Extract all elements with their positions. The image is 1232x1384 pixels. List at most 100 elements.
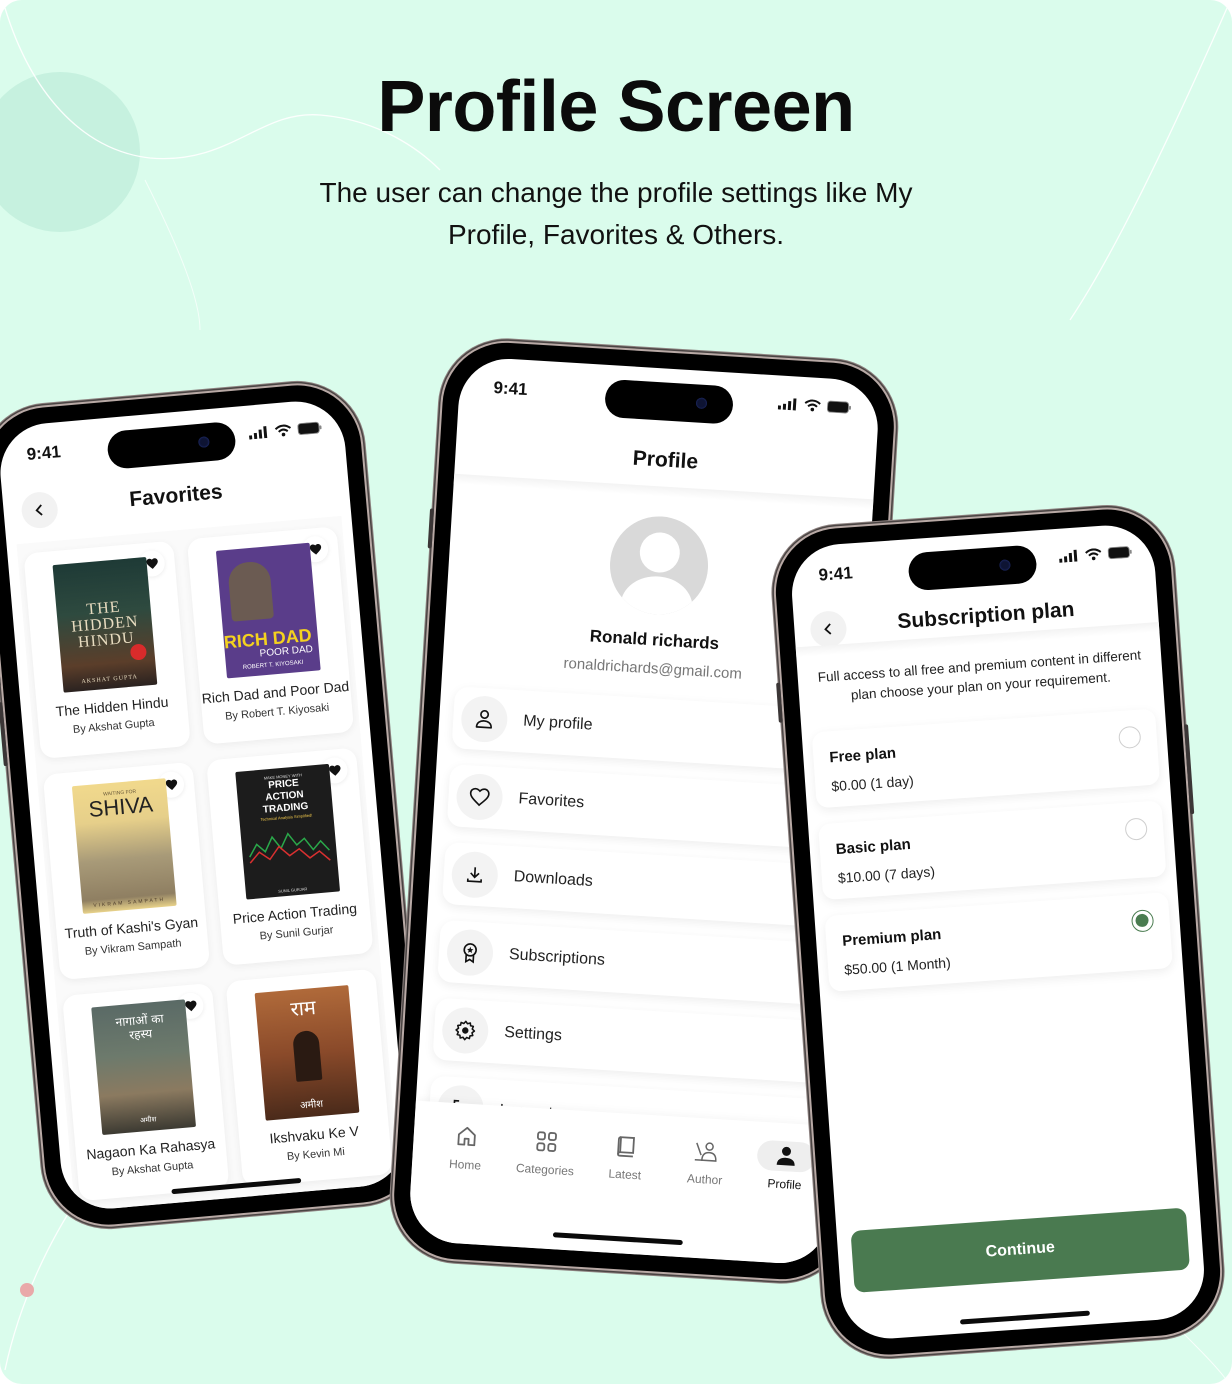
page-subtitle: The user can change the profile settings… xyxy=(319,177,913,250)
avatar-head xyxy=(638,531,681,574)
tab-home[interactable]: Home xyxy=(428,1120,505,1174)
book-author: By Kevin Mi xyxy=(286,1145,346,1163)
cover-title: SHIVA xyxy=(87,791,154,822)
tab-icon-wrap xyxy=(454,1121,480,1152)
book-cover: राम अमीश xyxy=(254,985,360,1121)
subscription-description: Full access to all free and premium cont… xyxy=(817,647,1142,703)
menu-item-settings[interactable]: Settings xyxy=(432,997,842,1085)
cover-title: PRICE ACTION TRADING xyxy=(262,777,309,816)
cover-title: नागाओं का रहस्य xyxy=(114,1011,165,1043)
plan-list: Free plan $0.00 (1 day) Basic plan $10.0… xyxy=(811,708,1174,1008)
tab-icon-wrap xyxy=(756,1139,817,1174)
avatar[interactable] xyxy=(607,513,711,618)
menu-item-subscriptions[interactable]: Subscriptions xyxy=(437,919,847,1007)
menu-label: Downloads xyxy=(513,868,594,890)
plan-radio-selected[interactable] xyxy=(1130,909,1155,933)
cover-author: VIKRAM SAMPATH xyxy=(93,896,166,909)
status-icons xyxy=(1059,546,1133,563)
grid-icon xyxy=(536,1131,557,1152)
dynamic-island xyxy=(106,420,237,470)
book-title: Price Action Trading xyxy=(232,900,358,927)
status-icons xyxy=(777,397,852,414)
tab-profile[interactable]: Profile xyxy=(747,1139,824,1193)
home-indicator xyxy=(959,1310,1090,1325)
phone-favorites: 9:41 Favorites THE HIDDEN HINDU AKSHAT G… xyxy=(0,380,428,1230)
menu-icon-wrap xyxy=(450,850,500,900)
book-card[interactable]: WAITING FOR SHIVA VIKRAM SAMPATH Truth o… xyxy=(42,761,211,981)
tab-categories[interactable]: Categories xyxy=(508,1124,585,1178)
continue-button[interactable]: Continue xyxy=(850,1207,1191,1293)
home-icon xyxy=(457,1126,476,1147)
showcase-canvas: Profile Screen The user can change the p… xyxy=(0,0,1232,1384)
phone-subscription: 9:41 Subscription plan Full access to al… xyxy=(771,505,1225,1359)
book-author: By Akshat Gupta xyxy=(111,1159,194,1179)
tab-icon-wrap xyxy=(614,1131,640,1162)
cover-figure xyxy=(292,1029,323,1082)
battery-icon xyxy=(826,400,852,414)
book-cover: MAKE MONEY WITH PRICE ACTION TRADING Tec… xyxy=(235,763,341,900)
tab-author[interactable]: Author xyxy=(667,1134,744,1188)
tab-label: Latest xyxy=(608,1166,642,1183)
book-icon xyxy=(617,1136,635,1158)
menu-icon-wrap xyxy=(445,928,495,978)
book-author: By Robert T. Kiyosaki xyxy=(224,701,330,723)
cover-author: AKSHAT GUPTA xyxy=(81,674,139,686)
menu-icon-wrap xyxy=(440,1006,490,1055)
tab-list: Home Categories Latest Author Profile xyxy=(428,1120,824,1194)
screen-title: Favorites xyxy=(128,480,224,512)
signal-icon xyxy=(1059,549,1078,563)
cover-title: राम xyxy=(289,994,317,1022)
signal-icon xyxy=(248,426,268,440)
dynamic-island xyxy=(907,544,1038,592)
cover-author: अमीश xyxy=(139,1115,157,1125)
tab-label: Profile xyxy=(767,1176,802,1193)
book-cover: WAITING FOR SHIVA VIKRAM SAMPATH xyxy=(71,778,177,914)
book-title: Ikshvaku Ke V xyxy=(268,1122,360,1147)
book-author: By Vikram Sampath xyxy=(84,937,183,958)
battery-icon xyxy=(297,421,322,436)
book-card[interactable]: MAKE MONEY WITH PRICE ACTION TRADING Tec… xyxy=(206,747,374,966)
menu-icon-wrap xyxy=(455,772,504,822)
favorites-grid: THE HIDDEN HINDU AKSHAT GUPTA The Hidden… xyxy=(16,515,400,1212)
plan-option-basic[interactable]: Basic plan $10.00 (7 days) xyxy=(818,800,1167,901)
camera-icon xyxy=(999,559,1011,571)
plan-option-free[interactable]: Free plan $0.00 (1 day) xyxy=(811,708,1161,809)
person-filled-icon xyxy=(776,1146,795,1166)
status-time: 9:41 xyxy=(492,378,529,400)
menu-item-downloads[interactable]: Downloads xyxy=(441,841,851,929)
wifi-icon xyxy=(804,399,821,412)
tab-latest[interactable]: Latest xyxy=(587,1129,664,1183)
wifi-icon xyxy=(1085,548,1102,561)
status-time: 9:41 xyxy=(818,563,854,585)
book-card[interactable]: राम अमीश Ikshvaku Ke V By Kevin Mi xyxy=(225,968,393,1187)
tab-icon-wrap xyxy=(692,1136,720,1168)
dynamic-island xyxy=(603,378,735,425)
home-indicator xyxy=(552,1232,683,1246)
book-author: By Sunil Gurjar xyxy=(259,924,334,943)
plan-radio[interactable] xyxy=(1118,725,1142,750)
book-cover: नागाओं का रहस्य अमीश xyxy=(91,999,197,1136)
author-icon xyxy=(694,1142,717,1162)
cover-author: ROBERT T. KIYOSAKI xyxy=(242,659,304,671)
battery-icon xyxy=(1107,546,1132,560)
bottom-tab-bar: Home Categories Latest Author Profile xyxy=(407,1100,836,1266)
book-card[interactable]: THE HIDDEN HINDU AKSHAT GUPTA The Hidden… xyxy=(23,540,191,759)
download-icon xyxy=(466,867,483,883)
page-title: Profile Screen xyxy=(377,67,855,147)
gear-icon xyxy=(455,1020,476,1041)
tab-label: Categories xyxy=(515,1160,575,1179)
book-card[interactable]: नागाओं का रहस्य अमीश Nagaon Ka Rahasya B… xyxy=(62,982,230,1202)
wifi-icon xyxy=(274,424,292,437)
menu-label: My profile xyxy=(522,712,594,734)
award-icon xyxy=(463,943,477,964)
plan-radio[interactable] xyxy=(1124,817,1148,841)
tab-label: Author xyxy=(686,1171,723,1188)
menu-icon-wrap xyxy=(459,694,509,744)
book-cover: RICH DAD POOR DAD ROBERT T. KIYOSAKI xyxy=(215,542,321,679)
favorites-screen: 9:41 Favorites THE HIDDEN HINDU AKSHAT G… xyxy=(0,397,410,1213)
candlestick-chart-art xyxy=(249,832,331,864)
plan-option-premium[interactable]: Premium plan $50.00 (1 Month) xyxy=(824,892,1173,992)
book-card[interactable]: RICH DAD POOR DAD ROBERT T. KIYOSAKI Ric… xyxy=(186,526,355,745)
cover-author: SUNIL GURJAR xyxy=(277,886,308,894)
cover-author: अमीश xyxy=(299,1098,324,1112)
